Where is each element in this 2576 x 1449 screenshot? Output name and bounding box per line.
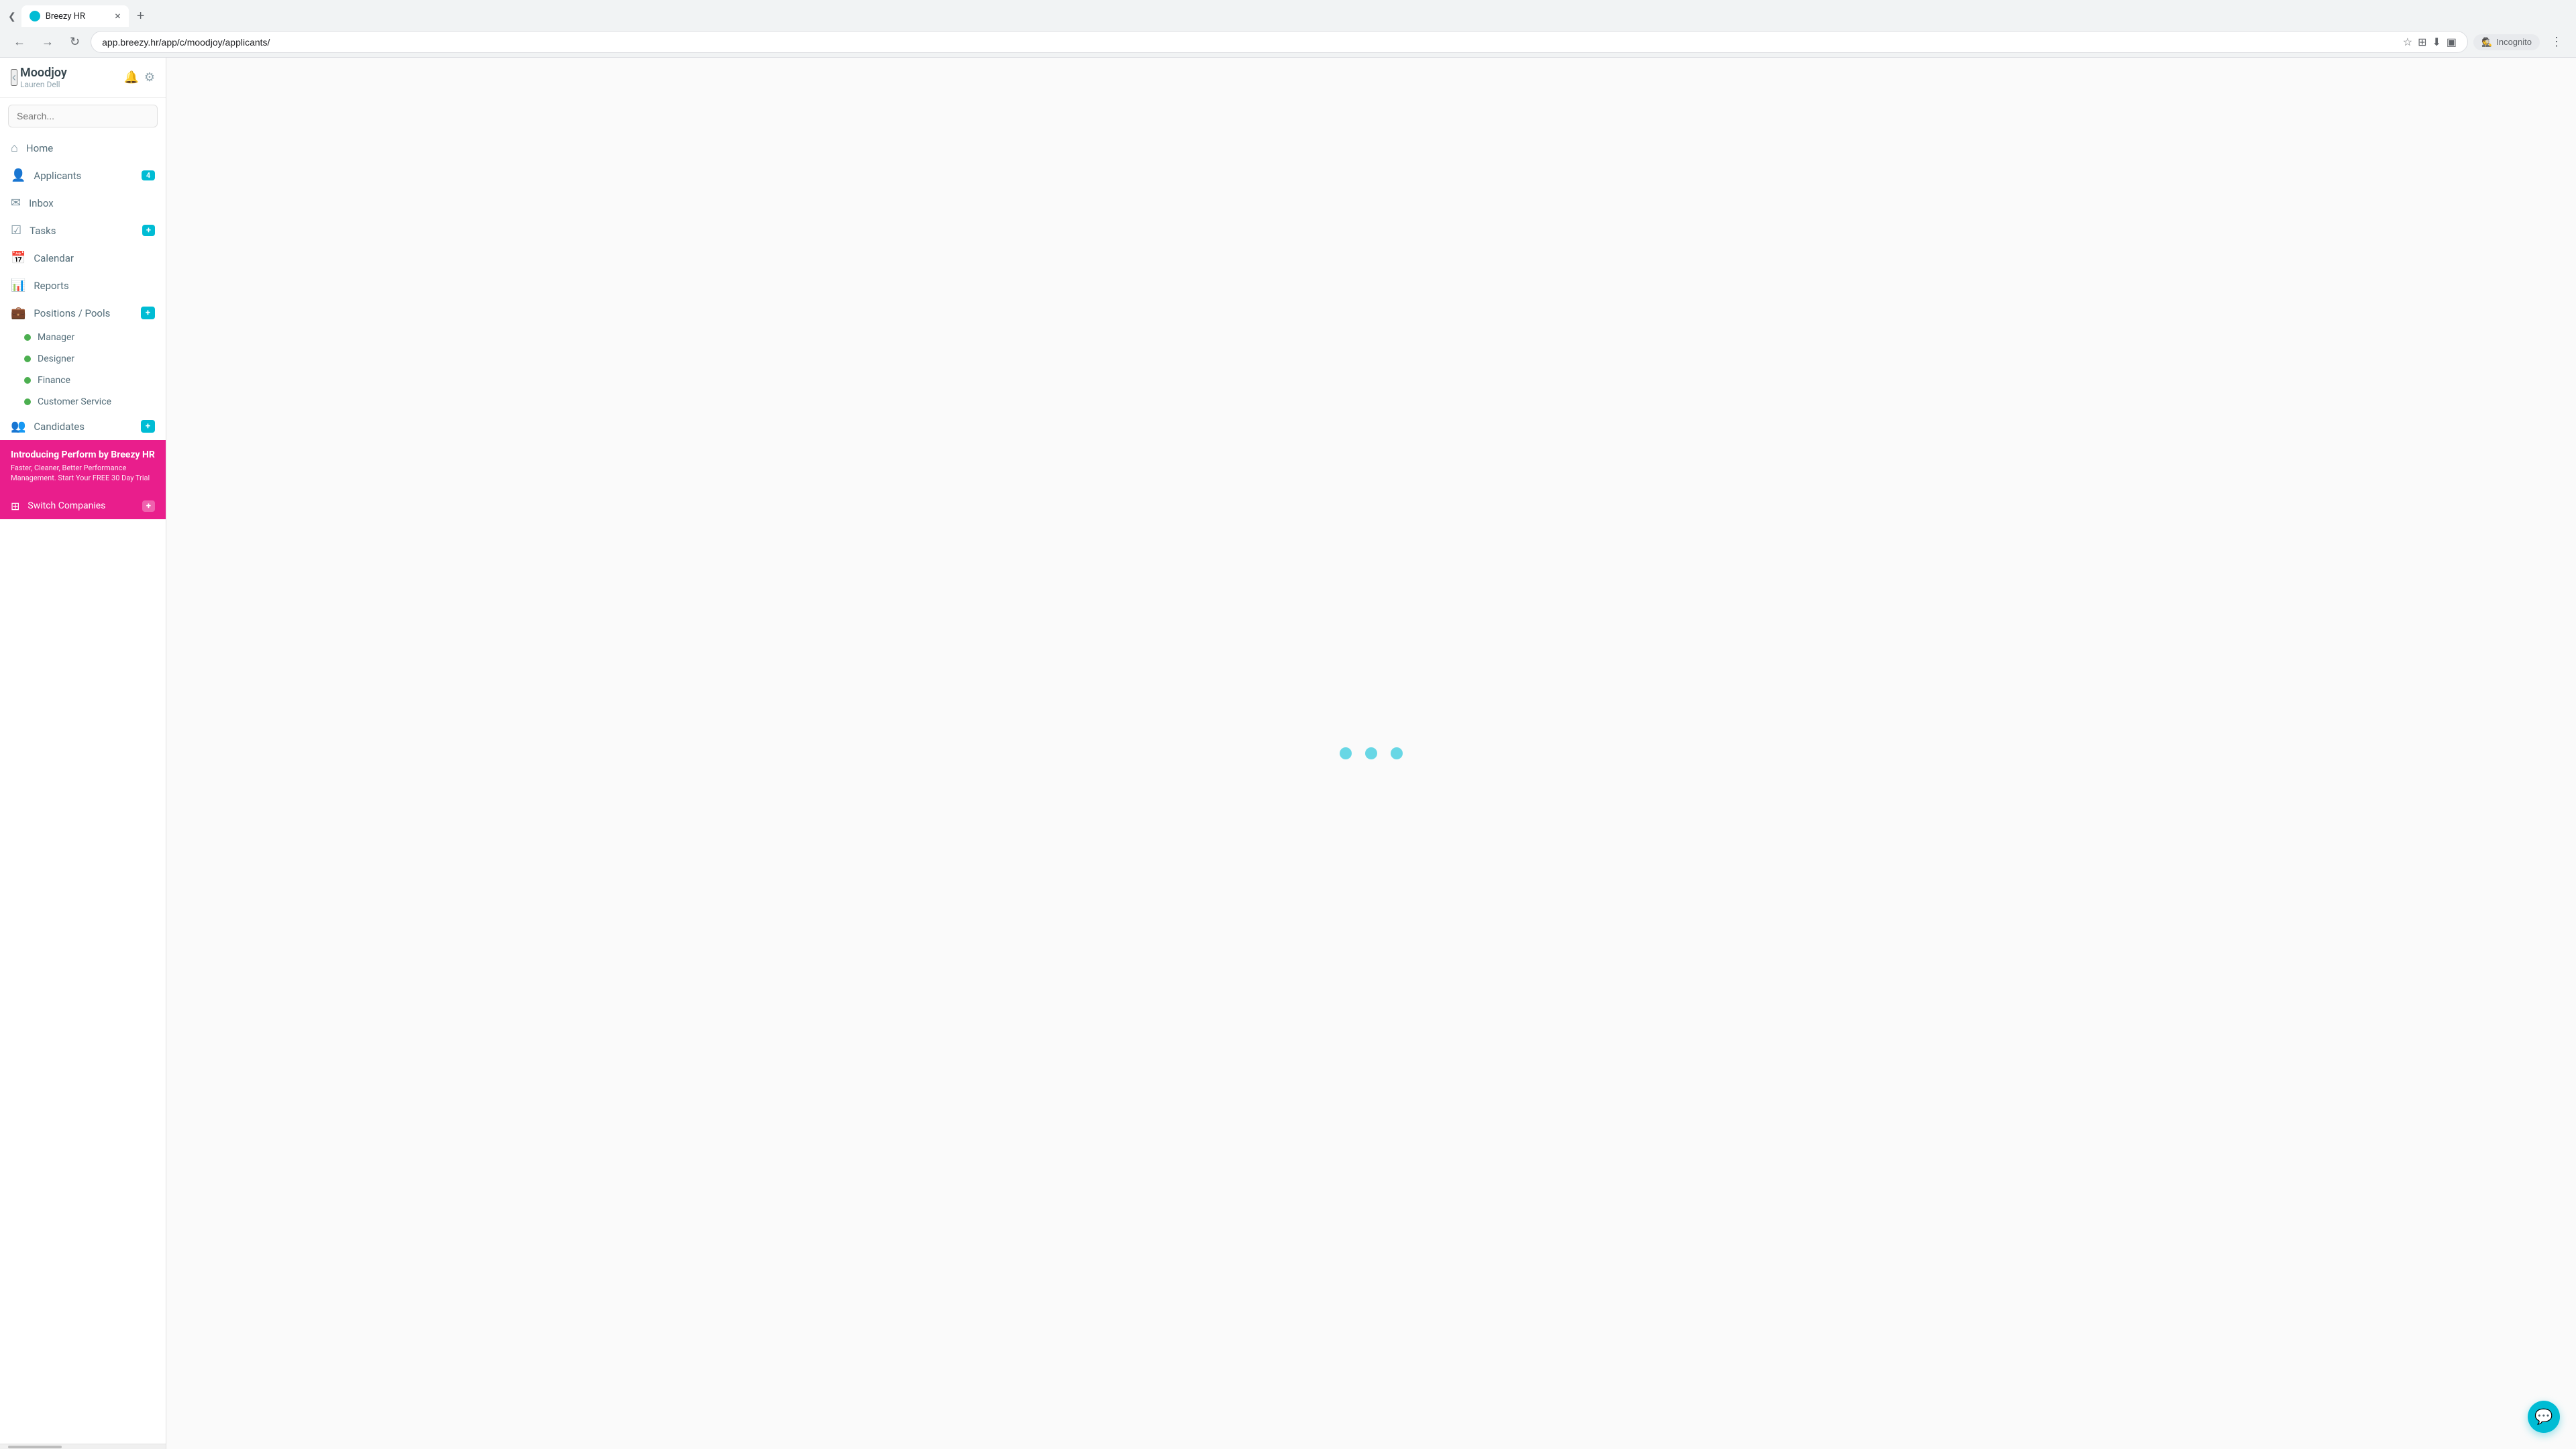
new-tab-button[interactable]: +	[131, 6, 150, 27]
company-info: Moodjoy Lauren Dell	[20, 66, 123, 89]
search-input[interactable]	[8, 105, 158, 127]
browser-toolbar: ← → ↻ ☆ ⊞ ⬇ ▣ 🕵 Incognito ⋮	[0, 27, 2576, 57]
promo-title: Introducing Perform by Breezy HR	[11, 449, 155, 460]
manager-label: Manager	[38, 332, 74, 343]
sidebar-item-tasks[interactable]: ☑ Tasks +	[0, 217, 166, 244]
switch-companies-label: Switch Companies	[28, 500, 134, 511]
promo-text: Faster, Cleaner, Better Performance Mana…	[11, 463, 155, 484]
switch-companies-button[interactable]: ⊞ Switch Companies +	[0, 493, 166, 519]
back-button[interactable]: ←	[8, 32, 31, 52]
switch-companies-badge: +	[142, 500, 155, 512]
loading-dot-3	[1391, 747, 1403, 759]
app-container: ‹ Moodjoy Lauren Dell 🔔 ⚙ ⌂ Home	[0, 58, 2576, 1449]
home-label: Home	[26, 142, 155, 154]
address-input[interactable]	[102, 37, 2398, 48]
applicants-icon: 👤	[11, 168, 25, 182]
active-tab[interactable]: Breezy HR ×	[21, 5, 129, 27]
candidates-badge: +	[141, 420, 155, 433]
home-icon: ⌂	[11, 141, 18, 155]
tab-favicon	[30, 11, 40, 21]
sidebar-collapse-button[interactable]: ‹	[11, 69, 17, 86]
download-icon[interactable]: ⬇	[2432, 36, 2441, 48]
tab-title: Breezy HR	[46, 11, 109, 21]
customer-service-status-dot	[24, 398, 31, 405]
sidebar-item-designer[interactable]: Designer	[0, 348, 166, 370]
sidebar-item-manager[interactable]: Manager	[0, 327, 166, 348]
chat-widget-button[interactable]: 💬	[2528, 1401, 2560, 1433]
finance-status-dot	[24, 377, 31, 384]
manager-status-dot	[24, 334, 31, 341]
notification-icon[interactable]: 🔔	[123, 70, 138, 85]
sidebar-item-calendar[interactable]: 📅 Calendar	[0, 244, 166, 272]
sidebar-scrollbar[interactable]	[0, 1444, 166, 1449]
chat-widget-icon: 💬	[2534, 1409, 2553, 1426]
sidebar-item-applicants[interactable]: 👤 Applicants 4	[0, 162, 166, 189]
inbox-icon: ✉	[11, 196, 21, 210]
sidebar-header: ‹ Moodjoy Lauren Dell 🔔 ⚙	[0, 58, 166, 98]
calendar-icon: 📅	[11, 251, 25, 265]
browser-menu-button[interactable]: ⋮	[2545, 32, 2568, 52]
sidebar-item-positions-pools[interactable]: 💼 Positions / Pools +	[0, 299, 166, 327]
sidebar: ‹ Moodjoy Lauren Dell 🔔 ⚙ ⌂ Home	[0, 58, 166, 1449]
user-name: Lauren Dell	[20, 80, 123, 89]
sidebar-toggle-icon[interactable]: ▣	[2447, 36, 2457, 48]
incognito-label: Incognito	[2496, 37, 2532, 47]
reports-label: Reports	[34, 280, 155, 292]
applicants-badge: 4	[142, 170, 155, 180]
tab-bar: ❮ Breezy HR × +	[0, 0, 2576, 27]
tasks-badge: +	[142, 225, 155, 236]
sidebar-scroll: ‹ Moodjoy Lauren Dell 🔔 ⚙ ⌂ Home	[0, 58, 166, 1444]
sidebar-item-candidates[interactable]: 👥 Candidates +	[0, 413, 166, 440]
incognito-icon: 🕵	[2481, 37, 2492, 48]
incognito-button[interactable]: 🕵 Incognito	[2473, 34, 2540, 50]
browser-chrome: ❮ Breezy HR × + ← → ↻ ☆ ⊞ ⬇ ▣ 🕵 Incognit…	[0, 0, 2576, 58]
extensions-icon[interactable]: ⊞	[2418, 36, 2426, 48]
positions-pools-label: Positions / Pools	[34, 307, 132, 319]
designer-status-dot	[24, 356, 31, 362]
switch-companies-icon: ⊞	[11, 500, 19, 513]
tasks-label: Tasks	[30, 225, 134, 237]
sidebar-item-finance[interactable]: Finance	[0, 370, 166, 391]
header-icons: 🔔 ⚙	[123, 70, 155, 85]
search-box	[8, 105, 158, 127]
forward-button[interactable]: →	[36, 32, 59, 52]
settings-icon[interactable]: ⚙	[144, 70, 155, 85]
reload-button[interactable]: ↻	[64, 32, 85, 52]
sidebar-item-customer-service[interactable]: Customer Service	[0, 391, 166, 413]
calendar-label: Calendar	[34, 252, 155, 264]
positions-pools-icon: 💼	[11, 306, 25, 320]
inbox-label: Inbox	[29, 197, 155, 209]
bookmark-icon[interactable]: ☆	[2403, 36, 2412, 48]
finance-label: Finance	[38, 375, 70, 386]
sidebar-item-inbox[interactable]: ✉ Inbox	[0, 189, 166, 217]
applicants-label: Applicants	[34, 170, 133, 182]
loading-dot-2	[1365, 747, 1377, 759]
tab-close-button[interactable]: ×	[115, 11, 121, 21]
candidates-icon: 👥	[11, 419, 25, 433]
positions-pools-badge: +	[141, 307, 155, 319]
sidebar-item-home[interactable]: ⌂ Home	[0, 134, 166, 162]
candidates-label: Candidates	[34, 421, 132, 433]
tasks-icon: ☑	[11, 223, 21, 237]
promo-banner[interactable]: Introducing Perform by Breezy HR Faster,…	[0, 440, 166, 493]
address-bar[interactable]: ☆ ⊞ ⬇ ▣	[91, 31, 2468, 53]
scrollbar-thumb	[8, 1446, 62, 1448]
designer-label: Designer	[38, 354, 74, 364]
sidebar-item-reports[interactable]: 📊 Reports	[0, 272, 166, 299]
company-name: Moodjoy	[20, 66, 123, 80]
main-content	[166, 58, 2576, 1449]
customer-service-label: Customer Service	[38, 396, 111, 407]
positions-sub-items: Manager Designer Finance Customer Servic…	[0, 327, 166, 413]
loading-indicator	[1340, 747, 1403, 759]
loading-dot-1	[1340, 747, 1352, 759]
tab-scroll-left[interactable]: ❮	[5, 8, 19, 25]
address-bar-icons: ☆ ⊞ ⬇ ▣	[2403, 36, 2457, 48]
reports-icon: 📊	[11, 278, 25, 292]
